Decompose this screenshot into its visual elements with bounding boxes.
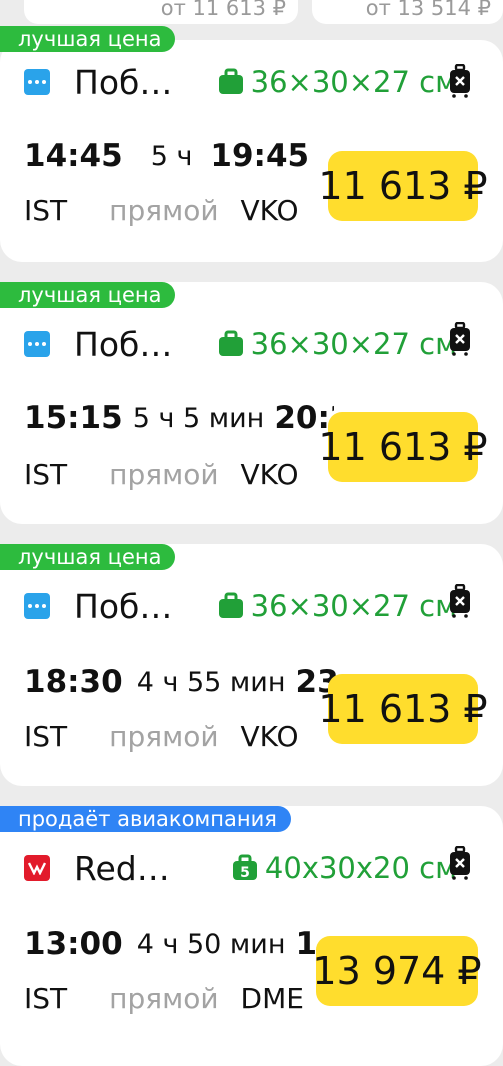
carry-on-bag-icon [218,592,243,618]
pobeda-logo-icon [24,593,50,619]
stops-label: прямой [109,194,219,227]
price-chip-2[interactable]: от 13 514 ₽ [312,0,503,24]
route-row: IST прямой VKO [24,720,299,753]
departure-time: 15:15 [24,400,123,436]
flight-duration: 4 ч 50 мин [136,928,286,960]
flight-duration: 5 ч 5 мин [132,402,265,434]
price-button[interactable]: 13 974 ₽ [312,936,482,1006]
destination-code: VKO [240,458,299,491]
airline-row: Поб… 36×30×27 см [24,586,457,626]
flight-card-1[interactable]: лучшая цена Поб… 36×30×27 см 14:45 5 ч 1… [0,26,503,262]
wing-icon [28,862,46,875]
baggage-size: 36×30×27 см [250,327,457,361]
airline-name: Поб… [74,62,173,102]
best-price-badge: лучшая цена [0,282,176,308]
times-row: 15:15 5 ч 5 мин 20:20 [24,398,334,438]
price-chip-1-label: от 11 613 ₽ [160,0,286,20]
baggage-size: 40x30x20 см [264,851,457,885]
origin-code: IST [24,720,68,753]
airline-name: Поб… [74,324,173,364]
departure-time: 13:00 [24,926,123,962]
flight-duration: 5 ч [150,140,193,172]
times-row: 18:30 4 ч 55 мин 23:25 [24,662,336,702]
route-row: IST прямой VKO [24,194,299,227]
destination-code: VKO [240,720,299,753]
airline-seller-badge: продаёт авиакомпания [0,806,291,832]
carry-on-bag-icon [218,68,243,94]
arrival-time: 19:45 [210,138,310,174]
no-luggage-icon [450,846,470,880]
origin-code: IST [24,194,68,227]
times-row: 14:45 5 ч 19:45 [24,136,309,176]
price-chip-2-label: от 13 514 ₽ [365,0,491,20]
baggage-info[interactable]: 36×30×27 см [217,327,457,361]
airline-row: Поб… 36×30×27 см [24,324,457,364]
airline-name: Поб… [74,586,173,626]
baggage-info[interactable]: 36×30×27 см [217,589,457,623]
svg-text:5: 5 [240,865,250,881]
flight-card-2[interactable]: лучшая цена Поб… 36×30×27 см 15:15 5 ч 5… [0,282,503,524]
route-row: IST прямой VKO [24,458,299,491]
carry-on-bag-icon [218,330,243,356]
times-row: 13:00 4 ч 50 мин 17:50 [24,924,316,964]
baggage-info[interactable]: 36×30×27 см [217,65,457,99]
pobeda-logo-icon [24,331,50,357]
price-button[interactable]: 11 613 ₽ [318,412,488,482]
departure-time: 18:30 [24,664,123,700]
airline-name: Red… [74,848,170,888]
baggage-size: 36×30×27 см [250,65,457,99]
destination-code: DME [240,982,304,1015]
best-price-badge: лучшая цена [0,544,176,570]
carry-on-bag-5kg-icon: 5 [232,854,257,881]
price-button[interactable]: 11 613 ₽ [318,151,488,221]
flight-card-3[interactable]: лучшая цена Поб… 36×30×27 см 18:30 4 ч 5… [0,544,503,786]
baggage-size: 36×30×27 см [250,589,457,623]
best-price-badge: лучшая цена [0,26,176,52]
baggage-info[interactable]: 5 40x30x20 см [231,851,457,885]
stops-label: прямой [109,720,219,753]
price-button[interactable]: 11 613 ₽ [318,674,488,744]
price-chip-1[interactable]: от 11 613 ₽ [24,0,298,24]
flight-card-4[interactable]: продаёт авиакомпания Red… 5 40x30x20 см … [0,806,503,1066]
no-luggage-icon [450,64,470,98]
red-wings-logo-icon [24,855,50,881]
departure-time: 14:45 [24,138,123,174]
flight-duration: 4 ч 55 мин [136,666,286,698]
origin-code: IST [24,982,68,1015]
pobeda-logo-icon [24,69,50,95]
no-luggage-icon [450,584,470,618]
origin-code: IST [24,458,68,491]
no-luggage-icon [450,322,470,356]
stops-label: прямой [109,982,219,1015]
airline-row: Поб… 36×30×27 см [24,62,457,102]
stops-label: прямой [109,458,219,491]
airline-row: Red… 5 40x30x20 см [24,848,457,888]
route-row: IST прямой DME [24,982,304,1015]
destination-code: VKO [240,194,299,227]
